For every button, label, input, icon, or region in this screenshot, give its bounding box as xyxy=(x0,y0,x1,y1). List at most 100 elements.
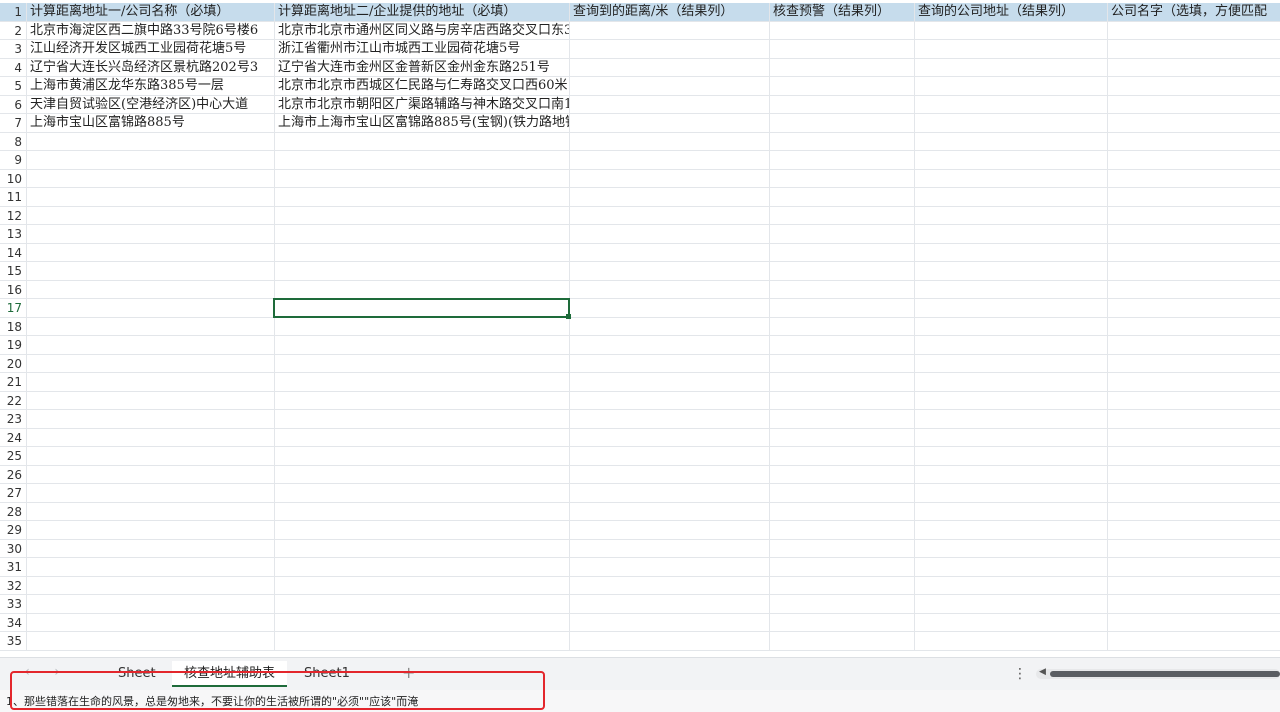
table-cell[interactable] xyxy=(569,206,769,224)
table-cell[interactable] xyxy=(1107,151,1280,169)
table-cell[interactable] xyxy=(569,558,769,576)
table-cell[interactable] xyxy=(26,632,274,650)
table-cell[interactable] xyxy=(569,58,769,76)
table-cell[interactable]: 上海市宝山区富锦路885号 xyxy=(26,114,274,132)
table-cell[interactable] xyxy=(1107,262,1280,280)
table-cell[interactable] xyxy=(769,447,914,465)
table-cell[interactable] xyxy=(569,21,769,39)
table-cell[interactable] xyxy=(769,114,914,132)
row-number[interactable]: 27 xyxy=(0,484,25,502)
table-cell[interactable] xyxy=(274,262,569,280)
table-cell[interactable] xyxy=(274,632,569,650)
table-cell[interactable] xyxy=(26,354,274,372)
table-cell[interactable] xyxy=(274,576,569,594)
table-cell[interactable] xyxy=(769,95,914,113)
row-number[interactable]: 26 xyxy=(0,466,25,484)
table-cell[interactable] xyxy=(274,336,569,354)
table-cell[interactable] xyxy=(26,502,274,520)
table-cell[interactable] xyxy=(1107,206,1280,224)
row-number[interactable]: 4 xyxy=(0,59,25,77)
table-cell[interactable] xyxy=(569,77,769,95)
table-cell[interactable] xyxy=(1107,354,1280,372)
row-number[interactable]: 8 xyxy=(0,133,25,151)
table-cell[interactable] xyxy=(274,447,569,465)
table-cell[interactable] xyxy=(914,299,1107,317)
table-cell[interactable] xyxy=(569,428,769,446)
table-cell[interactable] xyxy=(26,373,274,391)
table-cell[interactable] xyxy=(914,391,1107,409)
table-cell[interactable] xyxy=(26,576,274,594)
table-cell[interactable] xyxy=(274,613,569,631)
table-cell[interactable] xyxy=(569,40,769,58)
table-cell[interactable] xyxy=(914,225,1107,243)
table-cell[interactable] xyxy=(26,299,274,317)
table-cell[interactable]: 上海市上海市宝山区富锦路885号(宝钢)(铁力路地铁站2号口步行180米) xyxy=(274,114,569,132)
table-cell[interactable] xyxy=(769,521,914,539)
row-number[interactable]: 5 xyxy=(0,77,25,95)
table-cell[interactable] xyxy=(914,484,1107,502)
table-cell[interactable] xyxy=(569,465,769,483)
scrollbar-thumb[interactable] xyxy=(1050,671,1280,677)
table-cell[interactable] xyxy=(914,95,1107,113)
table-cell[interactable] xyxy=(569,576,769,594)
row-number[interactable]: 15 xyxy=(0,262,25,280)
table-cell[interactable] xyxy=(1107,373,1280,391)
table-cell[interactable]: 北京市北京市朝阳区广渠路辅路与神木路交叉口南140米 xyxy=(274,95,569,113)
table-cell[interactable] xyxy=(769,132,914,150)
table-cell[interactable] xyxy=(274,410,569,428)
table-cell[interactable] xyxy=(569,114,769,132)
row-number[interactable]: 30 xyxy=(0,540,25,558)
row-number[interactable]: 20 xyxy=(0,355,25,373)
table-cell[interactable] xyxy=(769,595,914,613)
table-cell[interactable] xyxy=(1107,391,1280,409)
table-cell[interactable] xyxy=(26,391,274,409)
table-cell[interactable] xyxy=(569,280,769,298)
table-cell[interactable]: 江山经济开发区城西工业园荷花塘5号 xyxy=(26,40,274,58)
table-cell[interactable] xyxy=(569,410,769,428)
table-cell[interactable] xyxy=(769,225,914,243)
row-number[interactable]: 19 xyxy=(0,336,25,354)
table-cell[interactable] xyxy=(274,151,569,169)
table-cell[interactable] xyxy=(1107,558,1280,576)
more-options-icon[interactable]: ⋮ xyxy=(1013,666,1027,682)
table-cell[interactable] xyxy=(1107,317,1280,335)
table-cell[interactable]: 北京市海淀区西二旗中路33号院6号楼6 xyxy=(26,21,274,39)
row-number[interactable]: 34 xyxy=(0,614,25,632)
table-cell[interactable] xyxy=(1107,521,1280,539)
table-cell[interactable] xyxy=(914,21,1107,39)
row-number[interactable]: 17 xyxy=(0,299,25,317)
row-number[interactable]: 25 xyxy=(0,447,25,465)
table-cell[interactable] xyxy=(26,317,274,335)
table-cell[interactable] xyxy=(1107,188,1280,206)
table-cell[interactable] xyxy=(769,188,914,206)
table-cell[interactable] xyxy=(274,225,569,243)
table-cell[interactable] xyxy=(769,391,914,409)
row-number[interactable]: 10 xyxy=(0,170,25,188)
table-cell[interactable] xyxy=(1107,95,1280,113)
table-cell[interactable] xyxy=(914,262,1107,280)
row-number[interactable]: 22 xyxy=(0,392,25,410)
table-cell[interactable] xyxy=(769,206,914,224)
table-cell[interactable] xyxy=(914,132,1107,150)
table-cell[interactable] xyxy=(769,428,914,446)
table-cell[interactable] xyxy=(274,428,569,446)
table-cell[interactable] xyxy=(1107,243,1280,261)
table-cell[interactable] xyxy=(769,632,914,650)
table-cell[interactable]: 辽宁省大连市金州区金普新区金州金东路251号 xyxy=(274,58,569,76)
table-cell[interactable]: 浙江省衢州市江山市城西工业园荷花塘5号 xyxy=(274,40,569,58)
row-number[interactable]: 3 xyxy=(0,40,25,58)
table-cell[interactable] xyxy=(569,243,769,261)
table-cell[interactable] xyxy=(274,354,569,372)
table-cell[interactable] xyxy=(769,317,914,335)
table-cell[interactable] xyxy=(914,465,1107,483)
table-cell[interactable] xyxy=(569,188,769,206)
row-number[interactable]: 31 xyxy=(0,558,25,576)
header-cell[interactable]: 查询的公司地址（结果列） xyxy=(914,3,1107,21)
header-cell[interactable]: 核查预警（结果列） xyxy=(769,3,914,21)
table-cell[interactable] xyxy=(769,21,914,39)
table-cell[interactable] xyxy=(1107,502,1280,520)
table-cell[interactable] xyxy=(769,558,914,576)
table-cell[interactable] xyxy=(914,77,1107,95)
table-cell[interactable] xyxy=(26,465,274,483)
table-cell[interactable] xyxy=(914,613,1107,631)
